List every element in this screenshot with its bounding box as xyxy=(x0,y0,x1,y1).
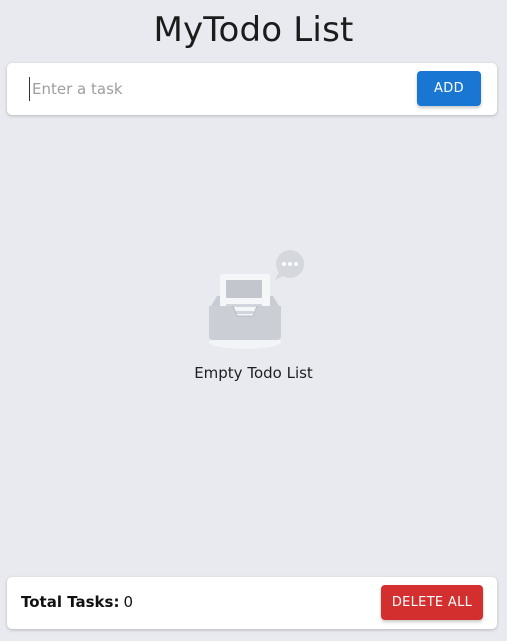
total-tasks-label: Total Tasks: xyxy=(21,593,120,611)
delete-all-button[interactable]: DELETE ALL xyxy=(381,585,483,620)
add-task-button[interactable]: ADD xyxy=(417,71,481,106)
total-tasks-count: 0 xyxy=(123,593,133,611)
footer-bar: Total Tasks: 0 DELETE ALL xyxy=(7,577,497,629)
task-input[interactable] xyxy=(29,77,402,101)
empty-inbox-icon xyxy=(208,250,304,349)
task-input-card: ADD xyxy=(7,63,497,115)
total-tasks: Total Tasks: 0 xyxy=(21,593,133,611)
empty-state: Empty Todo List xyxy=(0,248,507,382)
page-title: MyTodo List xyxy=(153,10,354,50)
empty-state-text: Empty Todo List xyxy=(194,364,313,382)
